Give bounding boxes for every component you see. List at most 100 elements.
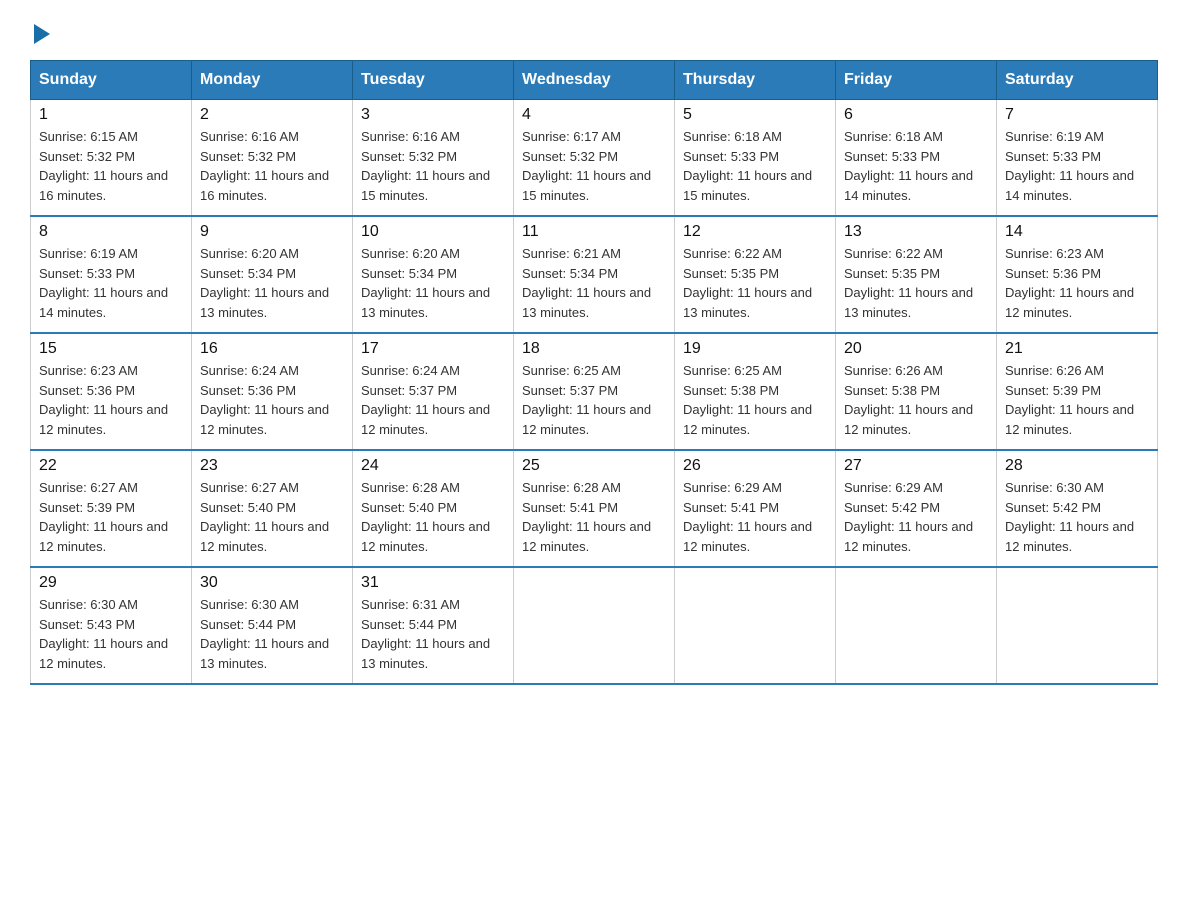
logo-arrow-icon xyxy=(34,24,50,44)
calendar-cell xyxy=(675,567,836,684)
calendar-cell: 9 Sunrise: 6:20 AMSunset: 5:34 PMDaylight… xyxy=(192,216,353,333)
day-number: 2 xyxy=(200,106,344,124)
calendar-cell: 5 Sunrise: 6:18 AMSunset: 5:33 PMDaylight… xyxy=(675,100,836,217)
calendar-cell: 30 Sunrise: 6:30 AMSunset: 5:44 PMDayligh… xyxy=(192,567,353,684)
day-number: 10 xyxy=(361,223,505,241)
day-info: Sunrise: 6:30 AMSunset: 5:44 PMDaylight:… xyxy=(200,595,344,673)
calendar-week-3: 15 Sunrise: 6:23 AMSunset: 5:36 PMDayligh… xyxy=(31,333,1158,450)
header-row: SundayMondayTuesdayWednesdayThursdayFrid… xyxy=(31,61,1158,100)
day-info: Sunrise: 6:24 AMSunset: 5:36 PMDaylight:… xyxy=(200,361,344,439)
day-number: 31 xyxy=(361,574,505,592)
day-info: Sunrise: 6:17 AMSunset: 5:32 PMDaylight:… xyxy=(522,127,666,205)
day-info: Sunrise: 6:27 AMSunset: 5:39 PMDaylight:… xyxy=(39,478,183,556)
day-info: Sunrise: 6:30 AMSunset: 5:43 PMDaylight:… xyxy=(39,595,183,673)
day-info: Sunrise: 6:26 AMSunset: 5:39 PMDaylight:… xyxy=(1005,361,1149,439)
day-info: Sunrise: 6:29 AMSunset: 5:41 PMDaylight:… xyxy=(683,478,827,556)
day-info: Sunrise: 6:22 AMSunset: 5:35 PMDaylight:… xyxy=(683,244,827,322)
day-info: Sunrise: 6:23 AMSunset: 5:36 PMDaylight:… xyxy=(39,361,183,439)
day-info: Sunrise: 6:22 AMSunset: 5:35 PMDaylight:… xyxy=(844,244,988,322)
calendar-cell: 29 Sunrise: 6:30 AMSunset: 5:43 PMDayligh… xyxy=(31,567,192,684)
day-number: 21 xyxy=(1005,340,1149,358)
day-number: 9 xyxy=(200,223,344,241)
calendar-cell xyxy=(514,567,675,684)
day-number: 17 xyxy=(361,340,505,358)
calendar-cell: 1Sunrise: 6:15 AMSunset: 5:32 PMDaylight… xyxy=(31,100,192,217)
day-number: 7 xyxy=(1005,106,1149,124)
calendar-cell: 19 Sunrise: 6:25 AMSunset: 5:38 PMDayligh… xyxy=(675,333,836,450)
day-info: Sunrise: 6:23 AMSunset: 5:36 PMDaylight:… xyxy=(1005,244,1149,322)
day-info: Sunrise: 6:21 AMSunset: 5:34 PMDaylight:… xyxy=(522,244,666,322)
day-number: 15 xyxy=(39,340,183,358)
day-number: 8 xyxy=(39,223,183,241)
day-info: Sunrise: 6:28 AMSunset: 5:41 PMDaylight:… xyxy=(522,478,666,556)
header-sunday: Sunday xyxy=(31,61,192,100)
calendar-week-5: 29 Sunrise: 6:30 AMSunset: 5:43 PMDayligh… xyxy=(31,567,1158,684)
day-number: 18 xyxy=(522,340,666,358)
calendar-cell: 18 Sunrise: 6:25 AMSunset: 5:37 PMDayligh… xyxy=(514,333,675,450)
calendar-cell: 23Sunrise: 6:27 AMSunset: 5:40 PMDayligh… xyxy=(192,450,353,567)
calendar-cell: 7Sunrise: 6:19 AMSunset: 5:33 PMDaylight… xyxy=(997,100,1158,217)
day-info: Sunrise: 6:16 AMSunset: 5:32 PMDaylight:… xyxy=(200,127,344,205)
calendar-cell: 15 Sunrise: 6:23 AMSunset: 5:36 PMDayligh… xyxy=(31,333,192,450)
calendar-cell: 2 Sunrise: 6:16 AMSunset: 5:32 PMDaylight… xyxy=(192,100,353,217)
day-number: 19 xyxy=(683,340,827,358)
calendar-cell: 26 Sunrise: 6:29 AMSunset: 5:41 PMDayligh… xyxy=(675,450,836,567)
calendar-cell: 21 Sunrise: 6:26 AMSunset: 5:39 PMDayligh… xyxy=(997,333,1158,450)
page-header xyxy=(30,20,1158,40)
header-wednesday: Wednesday xyxy=(514,61,675,100)
day-number: 30 xyxy=(200,574,344,592)
calendar-cell: 25 Sunrise: 6:28 AMSunset: 5:41 PMDayligh… xyxy=(514,450,675,567)
header-thursday: Thursday xyxy=(675,61,836,100)
day-info: Sunrise: 6:24 AMSunset: 5:37 PMDaylight:… xyxy=(361,361,505,439)
day-number: 28 xyxy=(1005,457,1149,475)
day-info: Sunrise: 6:30 AMSunset: 5:42 PMDaylight:… xyxy=(1005,478,1149,556)
calendar-week-4: 22 Sunrise: 6:27 AMSunset: 5:39 PMDayligh… xyxy=(31,450,1158,567)
day-info: Sunrise: 6:25 AMSunset: 5:37 PMDaylight:… xyxy=(522,361,666,439)
day-number: 6 xyxy=(844,106,988,124)
calendar-week-1: 1Sunrise: 6:15 AMSunset: 5:32 PMDaylight… xyxy=(31,100,1158,217)
day-info: Sunrise: 6:25 AMSunset: 5:38 PMDaylight:… xyxy=(683,361,827,439)
calendar-cell: 4Sunrise: 6:17 AMSunset: 5:32 PMDaylight… xyxy=(514,100,675,217)
day-info: Sunrise: 6:15 AMSunset: 5:32 PMDaylight:… xyxy=(39,127,183,205)
calendar-cell: 24 Sunrise: 6:28 AMSunset: 5:40 PMDayligh… xyxy=(353,450,514,567)
calendar-cell: 11 Sunrise: 6:21 AMSunset: 5:34 PMDayligh… xyxy=(514,216,675,333)
header-friday: Friday xyxy=(836,61,997,100)
calendar-header: SundayMondayTuesdayWednesdayThursdayFrid… xyxy=(31,61,1158,100)
calendar-cell: 10Sunrise: 6:20 AMSunset: 5:34 PMDayligh… xyxy=(353,216,514,333)
calendar-cell: 8 Sunrise: 6:19 AMSunset: 5:33 PMDaylight… xyxy=(31,216,192,333)
day-number: 25 xyxy=(522,457,666,475)
day-number: 24 xyxy=(361,457,505,475)
day-info: Sunrise: 6:18 AMSunset: 5:33 PMDaylight:… xyxy=(683,127,827,205)
day-number: 16 xyxy=(200,340,344,358)
day-number: 23 xyxy=(200,457,344,475)
day-info: Sunrise: 6:28 AMSunset: 5:40 PMDaylight:… xyxy=(361,478,505,556)
header-saturday: Saturday xyxy=(997,61,1158,100)
day-number: 5 xyxy=(683,106,827,124)
calendar-body: 1Sunrise: 6:15 AMSunset: 5:32 PMDaylight… xyxy=(31,100,1158,685)
calendar-cell: 13 Sunrise: 6:22 AMSunset: 5:35 PMDayligh… xyxy=(836,216,997,333)
day-info: Sunrise: 6:31 AMSunset: 5:44 PMDaylight:… xyxy=(361,595,505,673)
logo-top xyxy=(30,20,50,44)
header-monday: Monday xyxy=(192,61,353,100)
day-number: 27 xyxy=(844,457,988,475)
header-tuesday: Tuesday xyxy=(353,61,514,100)
day-number: 14 xyxy=(1005,223,1149,241)
day-info: Sunrise: 6:19 AMSunset: 5:33 PMDaylight:… xyxy=(39,244,183,322)
day-number: 11 xyxy=(522,223,666,241)
calendar-table: SundayMondayTuesdayWednesdayThursdayFrid… xyxy=(30,60,1158,685)
calendar-cell: 31 Sunrise: 6:31 AMSunset: 5:44 PMDayligh… xyxy=(353,567,514,684)
day-info: Sunrise: 6:26 AMSunset: 5:38 PMDaylight:… xyxy=(844,361,988,439)
day-number: 13 xyxy=(844,223,988,241)
calendar-cell: 28 Sunrise: 6:30 AMSunset: 5:42 PMDayligh… xyxy=(997,450,1158,567)
day-number: 22 xyxy=(39,457,183,475)
calendar-cell: 14 Sunrise: 6:23 AMSunset: 5:36 PMDayligh… xyxy=(997,216,1158,333)
calendar-cell: 6Sunrise: 6:18 AMSunset: 5:33 PMDaylight… xyxy=(836,100,997,217)
day-number: 26 xyxy=(683,457,827,475)
calendar-cell: 27Sunrise: 6:29 AMSunset: 5:42 PMDayligh… xyxy=(836,450,997,567)
day-number: 29 xyxy=(39,574,183,592)
calendar-week-2: 8 Sunrise: 6:19 AMSunset: 5:33 PMDaylight… xyxy=(31,216,1158,333)
calendar-cell xyxy=(836,567,997,684)
day-info: Sunrise: 6:20 AMSunset: 5:34 PMDaylight:… xyxy=(200,244,344,322)
day-number: 12 xyxy=(683,223,827,241)
day-number: 3 xyxy=(361,106,505,124)
